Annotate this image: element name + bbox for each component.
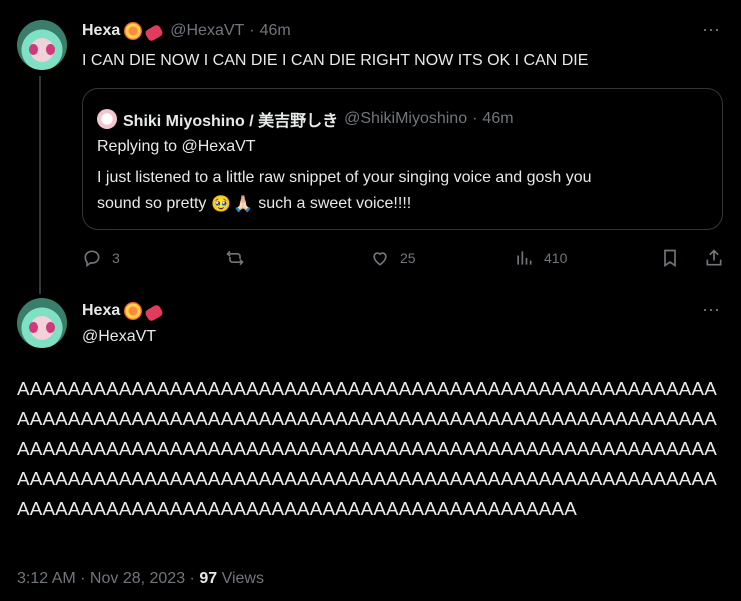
folded-hands-emoji: 🙏🏻	[233, 196, 254, 213]
share-button[interactable]	[704, 248, 724, 268]
tweet-text: I CAN DIE NOW I CAN DIE I CAN DIE RIGHT …	[82, 52, 589, 69]
action-bar: 3 25 410	[82, 246, 727, 270]
share-icon	[706, 249, 722, 266]
author-handle[interactable]: @HexaVT	[170, 22, 244, 40]
analytics-icon	[517, 251, 532, 265]
quote-text-line-1: I just listened to a little raw snippet …	[97, 169, 592, 186]
reply-icon	[84, 250, 100, 268]
quote-text-suffix: such a sweet voice!!!!	[258, 195, 412, 212]
avatar-eye	[29, 44, 38, 55]
like-count: 25	[400, 250, 416, 266]
avatar[interactable]	[17, 298, 67, 348]
retweet-icon	[226, 250, 244, 266]
view-count: 410	[544, 250, 568, 266]
reply-button[interactable]: 3	[82, 248, 120, 268]
separator: ·	[249, 22, 255, 39]
separator: ·	[472, 110, 478, 127]
bookmark-button[interactable]	[660, 248, 680, 268]
quote-author-name: Shiki Miyoshino / 美吉野しき	[123, 113, 339, 130]
quote-time: 46m	[482, 110, 514, 127]
replying-to: Replying to @HexaVT	[97, 138, 256, 155]
bookmark-icon	[664, 249, 676, 268]
quoted-tweet[interactable]: Shiki Miyoshino / 美吉野しき @ShikiMiyoshino …	[82, 88, 723, 230]
lollipop-icon	[124, 302, 143, 320]
more-options-icon[interactable]: ⋯	[702, 20, 721, 41]
avatar-eye	[29, 322, 38, 333]
like-button[interactable]: 25	[370, 248, 416, 268]
quote-author-handle: @ShikiMiyoshino	[344, 110, 468, 127]
tweet-header: Hexa @HexaVT · 46m	[82, 22, 291, 42]
thread-connector	[39, 76, 41, 294]
tweet-time[interactable]: 46m	[260, 22, 291, 40]
more-options-icon[interactable]: ⋯	[702, 300, 721, 321]
views-count: 97	[199, 570, 218, 587]
pleading-face-emoji: 🥹	[211, 196, 232, 213]
quote-header: Shiki Miyoshino / 美吉野しき @ShikiMiyoshino …	[97, 107, 514, 131]
avatar-eye	[46, 44, 55, 55]
author-name[interactable]: Hexa	[82, 302, 120, 320]
author-handle[interactable]: @HexaVT	[82, 328, 156, 346]
avatar[interactable]	[17, 20, 67, 70]
reply-header: Hexa	[82, 302, 165, 322]
candy-icon	[144, 303, 165, 322]
heart-icon	[373, 252, 387, 266]
views-button[interactable]: 410	[514, 248, 567, 268]
quote-text-line-2: sound so pretty 🥹 🙏🏻 such a sweet voice!…	[97, 194, 411, 214]
timestamp[interactable]: 3:12 AM · Nov 28, 2023 ·	[17, 570, 199, 587]
reply-count: 3	[112, 250, 120, 266]
quote-avatar	[97, 109, 117, 129]
views-label: Views	[217, 570, 264, 587]
author-name[interactable]: Hexa	[82, 22, 120, 40]
lollipop-icon	[124, 22, 143, 40]
retweet-button[interactable]	[225, 248, 245, 268]
avatar-eye	[46, 322, 55, 333]
tweet-footer: 3:12 AM · Nov 28, 2023 · 97 Views	[17, 570, 264, 588]
candy-icon	[144, 23, 165, 42]
reply-text: AAAAAAAAAAAAAAAAAAAAAAAAAAAAAAAAAAAAAAAA…	[17, 378, 717, 519]
quote-text-prefix: sound so pretty	[97, 195, 207, 212]
